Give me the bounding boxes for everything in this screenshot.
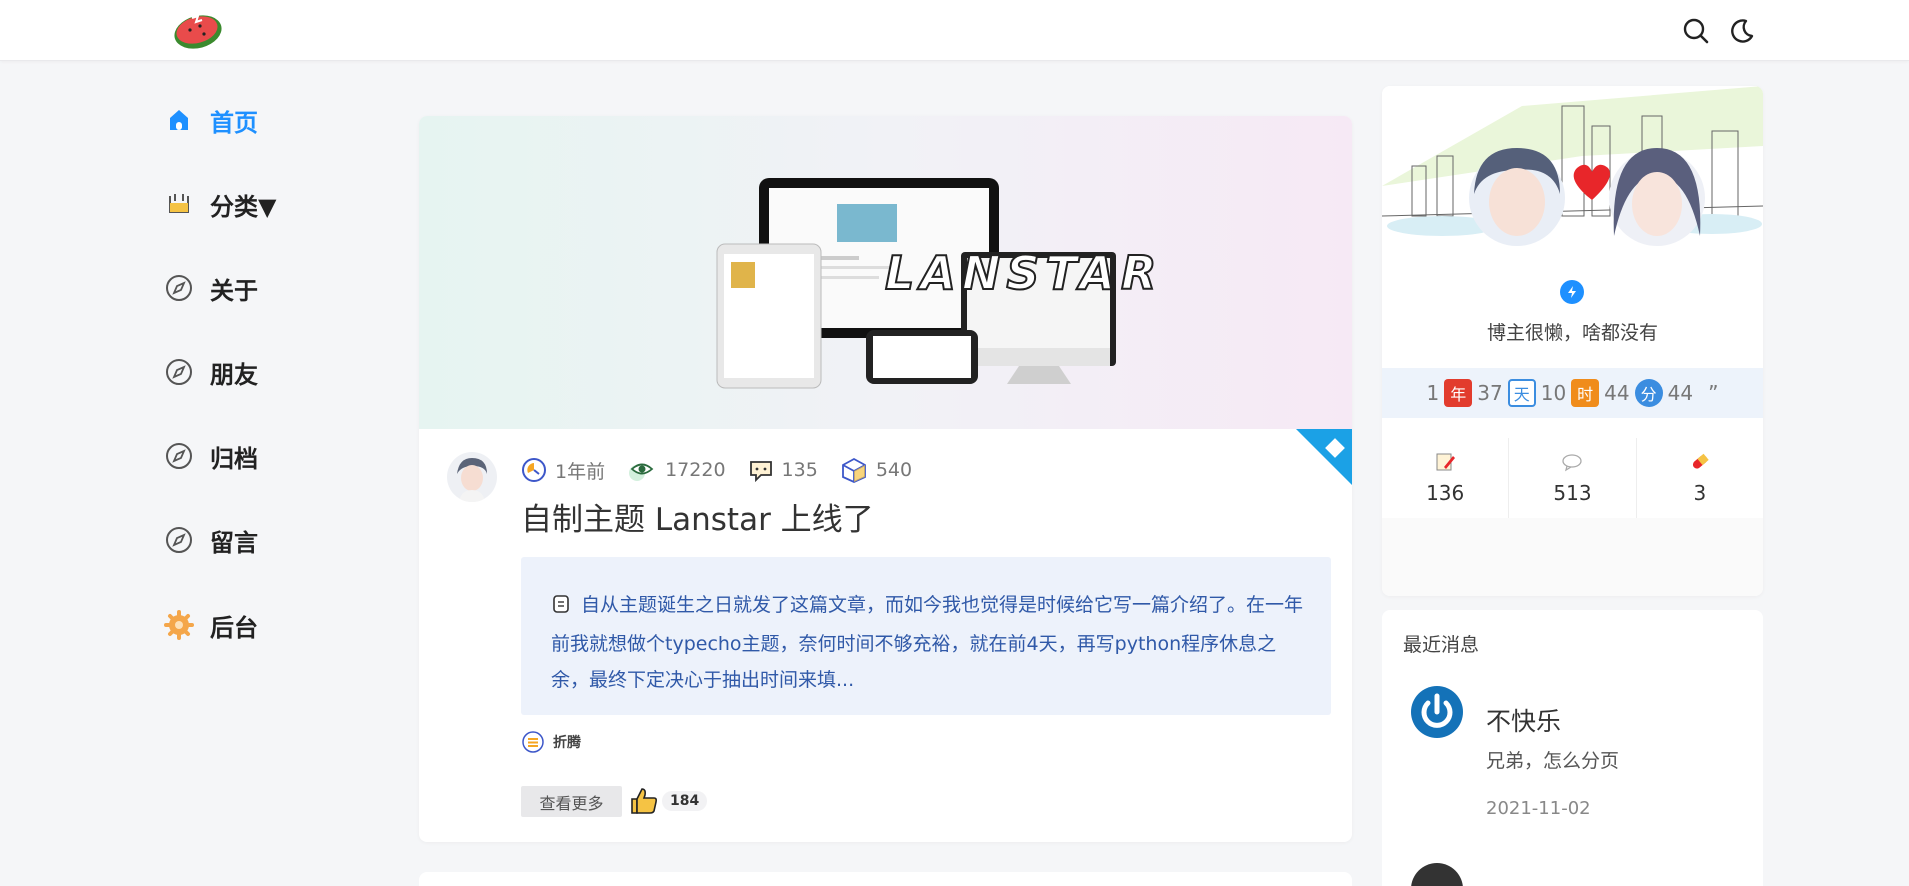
home-icon [162,103,196,137]
gear-icon [162,608,196,642]
year-badge: 年 [1444,379,1473,407]
comment-icon [749,461,772,483]
nav-label: 后台 [210,613,258,642]
basket-icon [162,187,196,221]
nav-label: 关于 [210,276,258,305]
compass-icon [162,439,196,473]
nav-item-category[interactable]: 分类▼ [162,184,322,224]
post-meta: 1年前 17220 135 540 [521,455,934,485]
nav-item-guestbook[interactable]: 留言 [162,520,322,560]
banner-logo-text: LANSTAR [885,246,1162,300]
nav-item-friends[interactable]: 朋友 [162,352,322,392]
sticky-corner-icon [1296,429,1352,485]
clock-icon [522,458,546,482]
bolt-icon [1560,280,1584,304]
compass-icon [162,523,196,557]
message-author[interactable]: 不快乐 [1486,702,1561,738]
nav-item-archive[interactable]: 归档 [162,436,322,476]
hour-badge: 时 [1571,379,1600,407]
search-icon[interactable] [1682,17,1710,45]
profile-cover [1382,86,1763,256]
stat-posts[interactable]: 136 [1382,438,1508,518]
uptime-timer: 1 年 37 天 10 时 44 分 44 ” [1382,368,1763,418]
post-words: 540 [840,456,912,484]
nav-item-home[interactable]: 首页 [162,100,322,140]
thumbs-up-icon [631,788,658,814]
like-count: 184 [662,791,708,811]
tag-icon [522,731,544,753]
stat-comments[interactable]: 513 [1508,438,1635,518]
cube-icon [841,457,866,483]
compass-icon [162,271,196,305]
message-avatar[interactable] [1411,686,1463,738]
eye-icon [629,463,654,481]
post-tag[interactable]: 折腾 [521,730,581,754]
pill-icon [1692,453,1709,469]
post-card: LANSTAR 1年前 17220 135 540 自制主题 Lanstar 上… [419,116,1352,842]
author-avatar[interactable] [447,452,497,502]
nav-item-about[interactable]: 关于 [162,268,322,308]
post-excerpt: 自从主题诞生之日就发了这篇文章，而如今我也觉得是时候给它写一篇介绍了。在一年前我… [521,557,1331,715]
compass-icon [162,355,196,389]
read-more-button[interactable]: 查看更多 [521,786,622,817]
nav-label: 分类▼ [210,192,277,221]
top-bar [0,0,1909,61]
post-banner[interactable]: LANSTAR [419,116,1352,429]
post-icon [1436,453,1456,471]
post-comments: 135 [748,457,818,483]
recent-heading: 最近消息 [1403,634,1480,656]
post-time: 1年前 [521,457,605,484]
profile-card: 博主很懒，啥都没有 1 年 37 天 10 时 44 分 44 ” 136 51… [1382,86,1763,596]
stat-tags[interactable]: 3 [1635,438,1763,518]
nav-label: 归档 [210,444,258,473]
site-logo[interactable] [170,8,226,50]
profile-footer [1382,518,1763,596]
minute-badge: 分 [1634,379,1663,407]
recent-messages: 最近消息 不快乐 兄弟，怎么分页 2021-11-02 [1382,610,1763,886]
chat-icon [1562,454,1583,472]
message-avatar[interactable] [1411,863,1463,886]
day-badge: 天 [1507,379,1536,407]
nav-label: 朋友 [210,360,258,389]
message-date: 2021-11-02 [1486,798,1591,819]
post-views: 17220 [627,457,726,483]
excerpt-text: 自从主题诞生之日就发了这篇文章，而如今我也觉得是时候给它写一篇介绍了。在一年前我… [551,594,1304,691]
post-title[interactable]: 自制主题 Lanstar 上线了 [521,494,874,539]
note-icon [551,590,571,626]
profile-motto: 博主很懒，啥都没有 [1486,322,1658,344]
post-card-next [419,872,1352,886]
nav-item-admin[interactable]: 后台 [162,605,322,645]
nav-label: 首页 [210,108,258,137]
message-text[interactable]: 兄弟，怎么分页 [1486,746,1619,773]
profile-stats: 136 513 3 [1382,438,1763,518]
like-button[interactable]: 184 [628,785,708,817]
moon-icon[interactable] [1728,17,1756,45]
nav-label: 留言 [210,528,258,557]
